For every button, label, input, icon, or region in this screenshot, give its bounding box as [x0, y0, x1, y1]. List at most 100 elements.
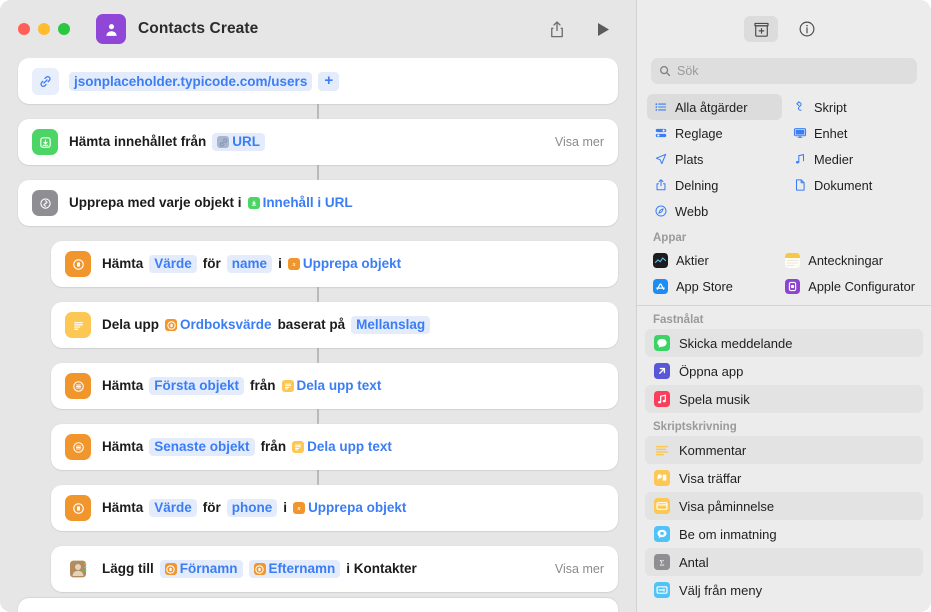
show-alert-icon: [653, 498, 670, 515]
connector-line: [317, 470, 319, 485]
category-list-bullet[interactable]: Alla åtgärder: [647, 94, 782, 120]
action-card[interactable]: Lägg till Förnamn Efternamn i Kontakter Visa…: [51, 546, 618, 592]
library-box-icon[interactable]: [744, 16, 778, 42]
library-action-label: Visa påminnelse: [679, 498, 775, 514]
workflow-canvas[interactable]: jsonplaceholder.typicode.com/users + Häm…: [0, 58, 636, 612]
action-parameter-pill[interactable]: Värde: [149, 254, 197, 274]
svg-text:x: x: [291, 261, 295, 268]
category-music-note[interactable]: Medier: [786, 146, 921, 172]
variable-token[interactable]: Dela upp text: [292, 438, 392, 457]
connector-line: [317, 409, 319, 424]
category-location-arrow[interactable]: Plats: [647, 146, 782, 172]
variable-token-label: URL: [232, 133, 261, 149]
library-toolbar: [637, 0, 931, 58]
action-parameter-pill[interactable]: Värde: [149, 498, 197, 518]
url-action-card[interactable]: jsonplaceholder.typicode.com/users +: [18, 58, 618, 104]
variable-token[interactable]: Förnamn: [159, 559, 243, 579]
category-device[interactable]: Enhet: [786, 120, 921, 146]
action-text: baserat på: [277, 316, 346, 332]
library-action-label: Öppna app: [679, 363, 744, 379]
add-url-button[interactable]: +: [318, 71, 340, 91]
list-item-icon: [65, 434, 91, 460]
variable-token[interactable]: x Upprepa objekt: [287, 255, 401, 274]
app-list-item[interactable]: Aktier: [647, 247, 775, 273]
library-action-row[interactable]: Visa påminnelse: [645, 492, 923, 520]
variable-token[interactable]: x Upprepa objekt: [293, 499, 406, 518]
category-document[interactable]: Dokument: [786, 172, 921, 198]
app-list-item[interactable]: Apple Configurator: [779, 273, 921, 299]
apps-section-header: Appar: [653, 232, 687, 244]
action-text: Hämta: [102, 377, 144, 393]
app-store-icon: [653, 278, 668, 294]
library-action-row[interactable]: Kommentar: [645, 436, 923, 464]
contacts-app-icon: [65, 556, 91, 582]
library-action-row[interactable]: Välj från meny: [645, 576, 923, 604]
library-action-row[interactable]: Skicka meddelande: [645, 329, 923, 357]
zoom-button[interactable]: [58, 23, 70, 35]
action-parameter-pill[interactable]: Senaste objekt: [149, 437, 255, 457]
action-text: Lägg till: [102, 560, 154, 576]
variable-token[interactable]: URL: [212, 132, 266, 152]
info-circle-icon[interactable]: [790, 16, 824, 42]
search-container: Sök: [637, 58, 931, 94]
action-card[interactable]: Hämta innehållet från URL Visa mer: [18, 119, 618, 165]
close-button[interactable]: [18, 23, 30, 35]
partial-next-action-card[interactable]: [18, 598, 618, 612]
category-share-up[interactable]: Delning: [647, 172, 782, 198]
share-icon[interactable]: [542, 15, 572, 43]
action-parameter-pill[interactable]: Mellanslag: [351, 315, 431, 335]
app-list-item[interactable]: Anteckningar: [779, 247, 921, 273]
variable-token-label: Dela upp text: [296, 377, 382, 393]
variable-token[interactable]: Dela upp text: [281, 377, 382, 396]
variable-token-label: Dela upp text: [307, 438, 392, 454]
action-card[interactable]: Hämta Första objekt från Dela upp text: [51, 363, 618, 409]
library-action-row[interactable]: Spela musik: [645, 385, 923, 413]
search-icon: [660, 66, 671, 77]
action-gap: [18, 226, 618, 241]
search-input[interactable]: Sök: [651, 58, 917, 84]
action-card[interactable]: Hämta Värde för phone i x Upprepa objekt: [51, 485, 618, 531]
run-shortcut-button[interactable]: [588, 15, 618, 43]
count-icon: Σ: [653, 554, 670, 571]
library-action-row[interactable]: Σ Antal: [645, 548, 923, 576]
page-title: Contacts Create: [138, 20, 259, 37]
show-more-button[interactable]: Visa mer: [543, 562, 604, 576]
library-action-row[interactable]: Be om inmatning: [645, 520, 923, 548]
variable-token[interactable]: Ordboksvärde: [165, 316, 272, 335]
action-description: Upprepa med varje objekt i Innehåll i URL: [69, 194, 353, 213]
dictionary-value-icon: [65, 251, 91, 277]
action-card[interactable]: Hämta Senaste objekt från Dela upp text: [51, 424, 618, 470]
action-card[interactable]: Hämta Värde för name i x Upprepa objekt: [51, 241, 618, 287]
category-controls[interactable]: Reglage: [647, 120, 782, 146]
action-description: Dela upp Ordboksvärde baserat på Mellanslag: [102, 315, 431, 335]
url-field[interactable]: jsonplaceholder.typicode.com/users +: [69, 71, 340, 91]
action-text: Upprepa med varje objekt i: [69, 194, 242, 210]
share-up-icon: [653, 178, 668, 192]
scripting-section-header: Skriptskrivning: [653, 421, 737, 433]
app-list-item[interactable]: App Store: [647, 273, 775, 299]
library-action-row[interactable]: Visa träffar: [645, 464, 923, 492]
variable-token[interactable]: Innehåll i URL: [247, 194, 353, 213]
action-parameter-pill[interactable]: Första objekt: [149, 376, 245, 396]
variable-token[interactable]: Efternamn: [248, 559, 341, 579]
action-parameter-pill[interactable]: name: [226, 254, 273, 274]
category-label: Plats: [675, 151, 704, 167]
minimize-button[interactable]: [38, 23, 50, 35]
traffic-lights: [18, 23, 70, 35]
url-value[interactable]: jsonplaceholder.typicode.com/users: [69, 71, 313, 91]
show-more-button[interactable]: Visa mer: [543, 135, 604, 149]
action-card[interactable]: Upprepa med varje objekt i Innehåll i URL: [18, 180, 618, 226]
action-card[interactable]: Dela upp Ordboksvärde baserat på Mellanslag: [51, 302, 618, 348]
category-script[interactable]: Skript: [786, 94, 921, 120]
category-safari-compass[interactable]: Webb: [647, 198, 782, 224]
library-action-row[interactable]: Öppna app: [645, 357, 923, 385]
action-parameter-pill[interactable]: phone: [226, 498, 278, 518]
action-description: Hämta Värde för name i x Upprepa objekt: [102, 254, 401, 274]
app-label: App Store: [676, 278, 733, 294]
library-action-label: Antal: [679, 554, 709, 570]
action-description: Hämta innehållet från URL: [69, 132, 266, 152]
connector-line: [317, 104, 319, 119]
shortcuts-window: Contacts Create jsonplaceholder.typicode…: [0, 0, 931, 612]
connector-line: [317, 287, 319, 302]
show-result-icon: [653, 470, 670, 487]
